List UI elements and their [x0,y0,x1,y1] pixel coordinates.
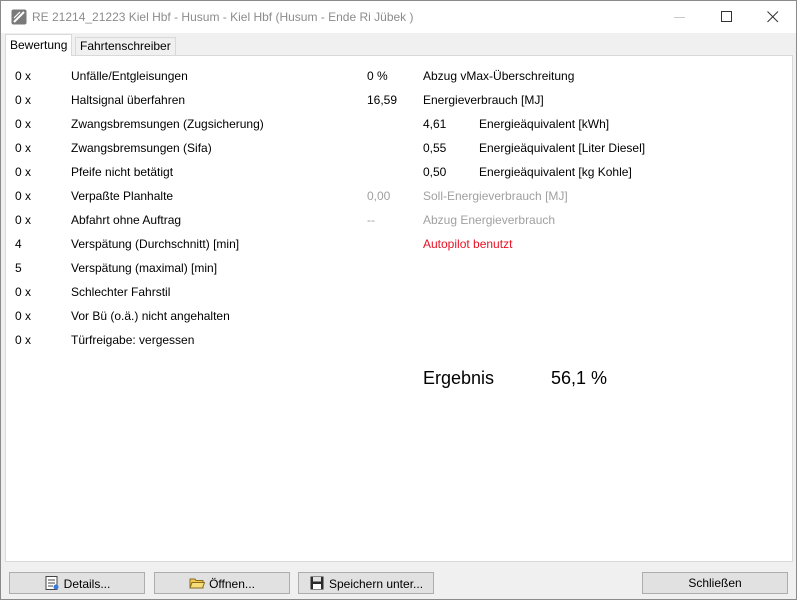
open-button[interactable]: Öffnen... [154,572,290,594]
abzug-energy-value: -- [367,213,375,227]
row-value: 0 x [15,285,32,299]
details-label: Details... [63,576,111,591]
maximize-icon [721,11,732,22]
row-label: Zwangsbremsungen (Sifa) [71,141,212,155]
row-label: Zwangsbremsungen (Zugsicherung) [71,117,264,131]
close-icon [767,11,779,23]
kwh-value: 4,61 [423,117,447,131]
row-label: Türfreigabe: vergessen [71,333,195,347]
open-label: Öffnen... [209,576,255,591]
autopilot-warning: Autopilot benutzt [423,237,513,251]
result-window: RE 21214_21223 Kiel Hbf - Husum - Kiel H… [0,0,797,600]
client-area: Bewertung Fahrtenschreiber 0 x Unfälle/E… [1,33,796,599]
row-label: Abfahrt ohne Auftrag [71,213,182,227]
row-value: 0 x [15,333,32,347]
save-as-button[interactable]: Speichern unter... [298,572,434,594]
soll-energy-label: Soll-Energieverbrauch [MJ] [423,189,568,203]
abzug-energy-label: Abzug Energieverbrauch [423,213,556,227]
row-label: Vor Bü (o.ä.) nicht angehalten [71,309,230,323]
energy-label: Energieverbrauch [MJ] [423,93,544,107]
row-label: Verspätung (Durchschnitt) [min] [71,237,240,251]
soll-energy-value: 0,00 [367,189,391,203]
save-as-label: Speichern unter... [328,576,424,591]
row-value: 0 x [15,69,32,83]
vmax-value: 0 % [367,69,388,83]
kwh-label: Energieäquivalent [kWh] [479,117,610,131]
maximize-button[interactable] [704,1,750,33]
row-value: 0 x [15,309,32,323]
row-label: Verspätung (maximal) [min] [71,261,218,275]
row-label: Unfälle/Entgleisungen [71,69,188,83]
minimize-icon [674,17,685,18]
window-title: RE 21214_21223 Kiel Hbf - Husum - Kiel H… [32,10,414,24]
app-icon [11,9,27,25]
tab-bewertung[interactable]: Bewertung [5,34,73,56]
row-value: 0 x [15,213,32,227]
save-disk-icon [310,576,324,590]
bewertung-panel: 0 x Unfälle/Entgleisungen 0 x Haltsignal… [5,55,793,562]
vmax-label: Abzug vMax-Überschreitung [423,69,575,83]
row-label: Verpaßte Planhalte [71,189,174,203]
diesel-label: Energieäquivalent [Liter Diesel] [479,141,646,155]
diesel-value: 0,55 [423,141,447,155]
row-value: 0 x [15,189,32,203]
title-bar[interactable]: RE 21214_21223 Kiel Hbf - Husum - Kiel H… [1,1,796,33]
row-value: 0 x [15,165,32,179]
row-value: 0 x [15,117,32,131]
row-value: 4 [15,237,22,251]
kohle-value: 0,50 [423,165,447,179]
minimize-button[interactable] [657,1,703,33]
row-value: 5 [15,261,22,275]
tab-fahrtenschreiber[interactable]: Fahrtenschreiber [75,37,176,55]
close-window-button[interactable] [750,1,796,33]
folder-open-icon [189,578,206,589]
row-label: Schlechter Fahrstil [71,285,171,299]
ergebnis-label: Ergebnis [423,368,495,388]
ergebnis-value: 56,1 % [551,368,608,388]
row-label: Haltsignal überfahren [71,93,186,107]
energy-value: 16,59 [367,93,398,107]
properties-icon [45,575,59,590]
close-button[interactable]: Schließen [642,572,788,594]
row-value: 0 x [15,141,32,155]
details-button[interactable]: Details... [9,572,145,594]
row-label: Pfeife nicht betätigt [71,165,174,179]
row-value: 0 x [15,93,32,107]
kohle-label: Energieäquivalent [kg Kohle] [479,165,632,179]
